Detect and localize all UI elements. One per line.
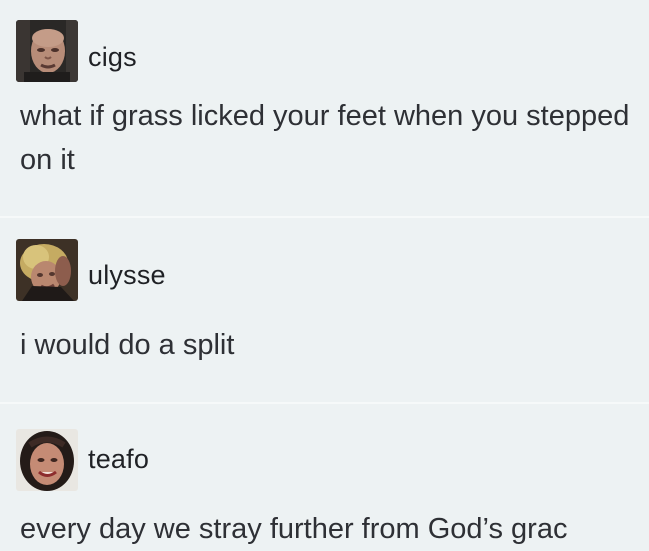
username[interactable]: cigs bbox=[88, 42, 137, 73]
post-message: what if grass licked your feet when you … bbox=[20, 100, 630, 176]
post-item: ulysse i would do a split bbox=[0, 216, 649, 402]
post-message: i would do a split bbox=[20, 329, 235, 361]
blonde-person-avatar-icon[interactable] bbox=[16, 239, 78, 301]
man-portrait-avatar-icon[interactable] bbox=[16, 20, 78, 82]
post-item: cigs what if grass licked your feet when… bbox=[0, 0, 649, 216]
username[interactable]: teafo bbox=[88, 444, 149, 475]
post-message: every day we stray further from God’s gr… bbox=[20, 513, 568, 545]
post-item: teafo every day we stray further from Go… bbox=[0, 402, 649, 550]
username[interactable]: ulysse bbox=[88, 260, 166, 291]
smiling-woman-avatar-icon[interactable] bbox=[16, 429, 78, 491]
